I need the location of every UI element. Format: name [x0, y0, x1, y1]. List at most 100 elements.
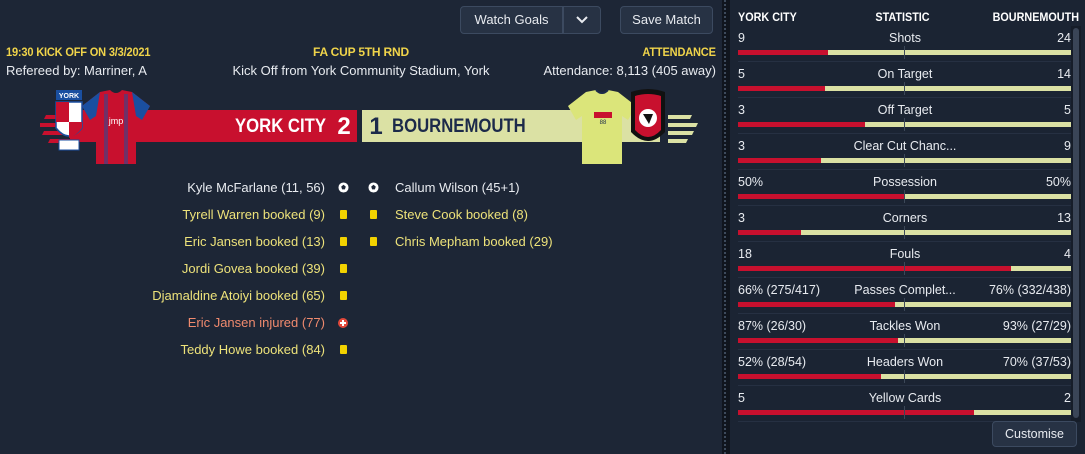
svg-text:YORK: YORK [59, 93, 79, 100]
yellow-card-icon [340, 237, 347, 246]
stat-row-divider [738, 385, 1071, 386]
stat-row-divider [738, 61, 1071, 62]
watch-goals-button[interactable]: Watch Goals [460, 6, 563, 34]
stat-label: Corners [882, 211, 928, 225]
yellow-card-icon [340, 210, 347, 219]
stat-row: 66% (275/417) Passes Complet... 76% (332/4… [730, 281, 1085, 317]
yellow-card-icon [370, 237, 377, 246]
match-overview-panel: Watch Goals Save Match 19:30 KICK OFF ON… [0, 0, 722, 454]
home-event-item: Eric Jansen injured (77) [187, 315, 325, 330]
stat-away-value: 4 [1064, 247, 1071, 261]
stat-midpoint-marker [904, 298, 905, 311]
stat-row: 5 Yellow Cards 2 [730, 389, 1085, 425]
home-score: 2 [337, 113, 351, 140]
stat-label: Yellow Cards [868, 391, 942, 405]
stat-row: 50% Possession 50% [730, 173, 1085, 209]
stat-row-divider [738, 205, 1071, 206]
bournemouth-badge-icon [631, 89, 665, 141]
svg-text:jmp: jmp [108, 116, 124, 126]
chevron-down-icon [576, 16, 588, 24]
goal-ball-icon [338, 182, 349, 193]
injury-icon [338, 318, 348, 328]
stat-row-divider [738, 349, 1071, 350]
stat-home-share-fill [738, 50, 828, 55]
stats-header-away: BOURNEMOUTH [992, 10, 1079, 24]
stat-label: Clear Cut Chanc... [853, 139, 957, 153]
yellow-card-icon [340, 291, 347, 300]
away-score: 1 [369, 113, 383, 140]
stat-home-share-fill [738, 158, 822, 163]
stat-row-divider [738, 313, 1071, 314]
stat-home-share-fill [738, 194, 905, 199]
attendance-info: Attendance: 8,113 (405 away) [543, 63, 717, 78]
stat-label: Fouls [889, 247, 921, 261]
stat-label: Headers Won [866, 355, 944, 369]
stat-away-value: 9 [1064, 139, 1071, 153]
stat-home-value: 9 [738, 31, 745, 45]
save-match-button[interactable]: Save Match [620, 6, 713, 34]
stat-row-divider [738, 133, 1071, 134]
away-banner-stripes [668, 115, 698, 143]
stat-away-value: 5 [1064, 103, 1071, 117]
stat-midpoint-marker [904, 154, 905, 167]
stat-midpoint-marker [904, 118, 905, 131]
stat-away-value: 93% (27/29) [1002, 319, 1071, 333]
yellow-card-icon [340, 264, 347, 273]
stat-away-value: 2 [1064, 391, 1071, 405]
home-event-item: Kyle McFarlane (11, 56) [187, 180, 325, 195]
stat-row-divider [738, 169, 1071, 170]
stat-midpoint-marker [904, 262, 905, 275]
stat-midpoint-marker [904, 226, 905, 239]
svg-text:88: 88 [600, 120, 607, 126]
stat-label: Passes Complet... [854, 283, 956, 297]
stat-home-value: 5 [738, 391, 745, 405]
home-event-item: Eric Jansen booked (13) [184, 234, 325, 249]
stat-home-share-fill [738, 410, 975, 415]
stat-home-share-fill [738, 230, 802, 235]
stat-midpoint-marker [904, 190, 905, 203]
stat-row: 9 Shots 24 [730, 29, 1085, 65]
stat-home-value: 66% (275/417) [738, 283, 821, 297]
away-team-name: BOURNEMOUTH [392, 116, 526, 137]
home-event-item: Tyrell Warren booked (9) [182, 207, 325, 222]
stat-row: 52% (28/54) Headers Won 70% (37/53) [730, 353, 1085, 389]
panel-divider[interactable] [722, 0, 730, 454]
stat-midpoint-marker [904, 406, 905, 419]
away-event-item: Chris Mepham booked (29) [395, 234, 553, 249]
customise-button[interactable]: Customise [992, 421, 1077, 447]
stat-home-value: 3 [738, 211, 745, 225]
away-event-item: Steve Cook booked (8) [395, 207, 528, 222]
stat-away-value: 24 [1057, 31, 1071, 45]
stat-home-share-fill [738, 302, 895, 307]
home-kit-shirt: jmp [82, 90, 150, 164]
stat-row: 3 Clear Cut Chanc... 9 [730, 137, 1085, 173]
stat-home-share-fill [738, 122, 865, 127]
stat-row-divider [738, 241, 1071, 242]
match-stats-panel: YORK CITY STATISTIC BOURNEMOUTH 9 Shots 24… [730, 0, 1085, 454]
stat-home-share-fill [738, 266, 1012, 271]
yellow-card-icon [370, 210, 377, 219]
stat-row: 3 Off Target 5 [730, 101, 1085, 137]
watch-goals-dropdown-button[interactable] [563, 6, 601, 34]
stat-away-value: 50% [1045, 175, 1071, 189]
home-event-item: Teddy Howe booked (84) [180, 342, 325, 357]
stat-home-value: 3 [738, 139, 745, 153]
stat-midpoint-marker [904, 334, 905, 347]
attendance-header: ATTENDANCE [642, 45, 717, 59]
stat-label: Shots [889, 31, 921, 45]
stat-home-value: 50% [738, 175, 764, 189]
goal-ball-icon [368, 182, 379, 193]
stat-row: 3 Corners 13 [730, 209, 1085, 245]
stat-midpoint-marker [904, 370, 905, 383]
stat-home-value: 3 [738, 103, 745, 117]
stat-away-value: 70% (37/53) [1002, 355, 1071, 369]
competition-round: FA CUP 5TH RND [313, 45, 409, 59]
stat-midpoint-marker [904, 82, 905, 95]
stat-row: 5 On Target 14 [730, 65, 1085, 101]
stat-home-value: 52% (28/54) [738, 355, 807, 369]
home-event-item: Jordi Govea booked (39) [181, 261, 325, 276]
stat-home-share-fill [738, 338, 898, 343]
home-team-name: YORK CITY [234, 116, 326, 137]
stat-away-value: 76% (332/438) [988, 283, 1071, 297]
home-event-item: Djamaldine Atoiyi booked (65) [152, 288, 325, 303]
